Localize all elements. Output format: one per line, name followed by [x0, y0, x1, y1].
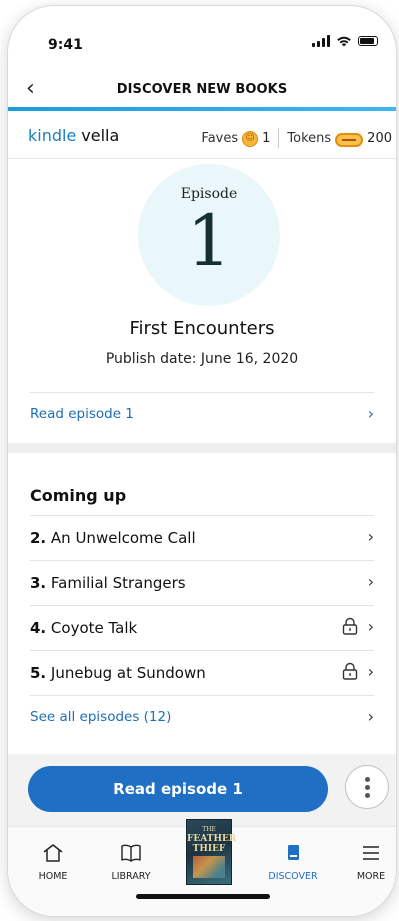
kindle-vella-logo: kindle vella [28, 126, 119, 145]
episode-badge: Episode 1 [138, 164, 280, 306]
discover-book-icon [288, 845, 299, 860]
cover-title-line2: FEATHER THIEF [187, 834, 237, 854]
nav-header: ‹ DISCOVER NEW BOOKS [8, 70, 396, 110]
brand-kindle: kindle [28, 126, 77, 145]
section-divider [8, 443, 396, 453]
episode-row[interactable]: 5. Junebug at Sundown › [30, 650, 374, 694]
brand-row: kindle vella Faves ☺ 1 Tokens 200 [8, 114, 396, 159]
see-all-episodes-row[interactable]: See all episodes (12) › [30, 695, 374, 739]
cover-title-line1: THE [202, 826, 216, 833]
tab-bar: HOME LIBRARY THE FEATHER THIEF DISCOVER … [8, 819, 396, 916]
read-episode-button[interactable]: Read episode 1 [28, 766, 328, 812]
chevron-right-icon: › [367, 662, 374, 681]
tab-library-label: LIBRARY [111, 871, 151, 882]
episode-row[interactable]: 2. An Unwelcome Call › [30, 515, 374, 559]
battery-icon [358, 36, 378, 46]
coming-up-heading: Coming up [30, 486, 127, 505]
wifi-icon [337, 36, 351, 47]
status-time: 9:41 [48, 37, 83, 53]
episode-row[interactable]: 3. Familial Strangers › [30, 560, 374, 604]
tab-discover-label: DISCOVER [268, 871, 318, 882]
episode-row[interactable]: 4. Coyote Talk › [30, 605, 374, 649]
see-all-episodes-link[interactable]: See all episodes (12) [30, 709, 171, 725]
tab-more[interactable]: MORE [336, 843, 396, 882]
book-icon [121, 844, 141, 862]
phone-frame: 9:41 ‹ DISCOVER NEW BOOKS kindle vella Fa… [8, 6, 396, 916]
token-icon[interactable] [335, 133, 364, 147]
faves-label: Faves [201, 130, 239, 146]
stats-divider [278, 128, 280, 148]
chevron-right-icon: › [367, 617, 374, 636]
cover-art [193, 856, 225, 878]
bottom-action-bar: Read episode 1 [8, 754, 396, 826]
menu-icon [363, 846, 379, 860]
lock-icon [342, 617, 358, 635]
status-bar: 9:41 [8, 6, 396, 62]
chevron-right-icon: › [367, 572, 374, 591]
tokens-count: 200 [367, 130, 392, 146]
brand-vella: vella [81, 126, 120, 145]
status-icons [312, 35, 378, 47]
tab-home[interactable]: HOME [18, 843, 88, 882]
tab-discover[interactable]: DISCOVER [258, 843, 328, 882]
tab-more-label: MORE [356, 871, 386, 882]
tokens-label: Tokens [287, 130, 332, 146]
episode-row-label: 4. Coyote Talk [30, 619, 138, 637]
home-icon [43, 844, 63, 862]
episode-row-label: 3. Familial Strangers [30, 574, 186, 592]
chevron-right-icon: › [367, 404, 374, 423]
chevron-right-icon: › [367, 527, 374, 546]
home-indicator[interactable] [136, 894, 270, 899]
signal-icon [312, 35, 330, 47]
chevron-right-icon: › [367, 707, 374, 726]
episode-number: 1 [186, 200, 232, 282]
current-book-cover[interactable]: THE FEATHER THIEF [186, 819, 237, 885]
episode-title: First Encounters [129, 318, 275, 339]
read-episode-link-row[interactable]: Read episode 1 › [30, 392, 374, 436]
fave-coin-icon[interactable]: ☺ [242, 131, 259, 147]
lock-icon [342, 662, 358, 680]
user-stats: Faves ☺ 1 Tokens 200 [201, 128, 392, 148]
publish-date: Publish date: June 16, 2020 [105, 351, 299, 367]
episode-row-label: 2. An Unwelcome Call [30, 529, 196, 547]
tab-library[interactable]: LIBRARY [96, 843, 166, 882]
tab-home-label: HOME [38, 871, 68, 882]
faves-count: 1 [262, 130, 271, 146]
page-title: DISCOVER NEW BOOKS [116, 82, 288, 97]
read-episode-link[interactable]: Read episode 1 [30, 406, 134, 422]
header-accent-line [8, 107, 396, 111]
more-options-button[interactable] [345, 765, 389, 809]
episode-row-label: 5. Junebug at Sundown [30, 664, 206, 682]
